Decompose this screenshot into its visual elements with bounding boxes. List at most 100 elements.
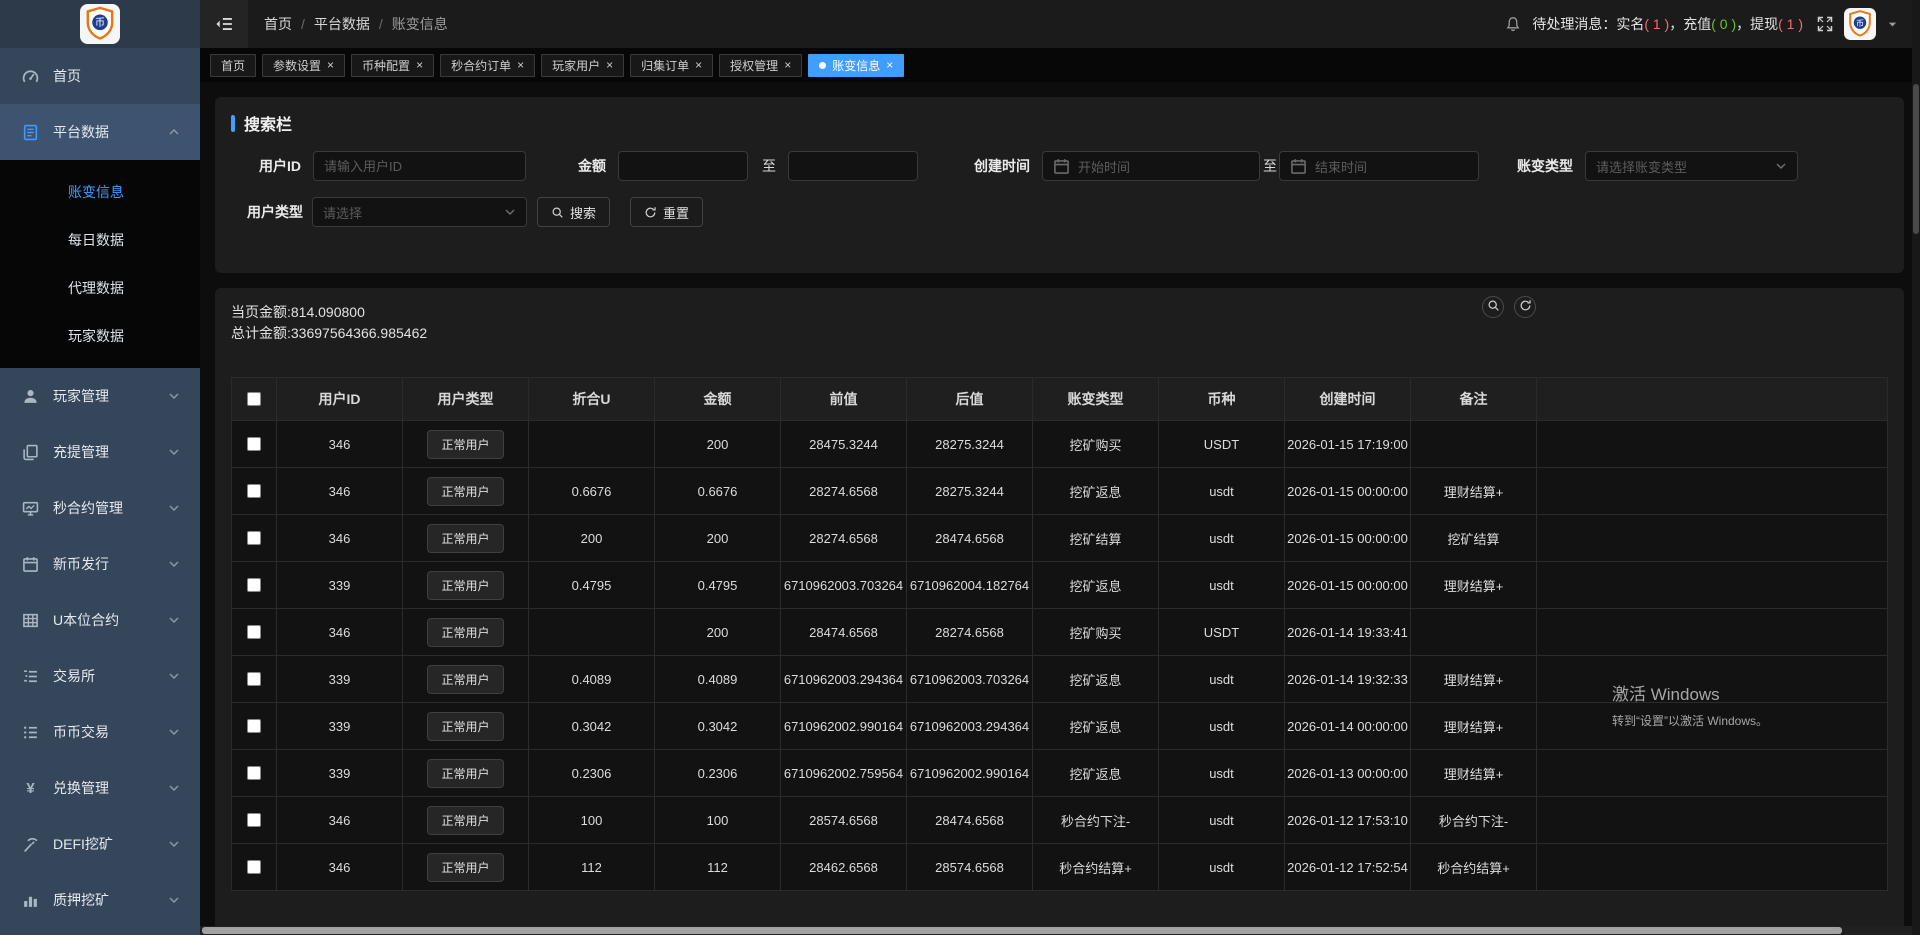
tab-close-icon[interactable]: × bbox=[327, 59, 334, 71]
sidebar-subitem-agent-data[interactable]: 代理数据 bbox=[0, 264, 200, 312]
row-checkbox[interactable] bbox=[247, 484, 261, 498]
sidebar-subitem-daily-data[interactable]: 每日数据 bbox=[0, 216, 200, 264]
fullscreen-icon[interactable] bbox=[1817, 16, 1833, 32]
sidebar-subitem-player-data[interactable]: 玩家数据 bbox=[0, 312, 200, 360]
table-refresh-button[interactable] bbox=[1514, 296, 1536, 318]
tab-秒合约订单[interactable]: 秒合约订单× bbox=[440, 54, 535, 77]
row-checkbox[interactable] bbox=[247, 531, 261, 545]
avatar[interactable]: 币 bbox=[1844, 8, 1876, 40]
sidebar-item-platform-data[interactable]: 平台数据 bbox=[0, 104, 200, 160]
table-cell: 6710962002.759564 bbox=[781, 750, 907, 796]
header-cell: 用户类型 bbox=[403, 378, 529, 420]
sidebar-item-deposit-withdraw-manage[interactable]: 充提管理 bbox=[0, 424, 200, 480]
tab-账变信息[interactable]: 账变信息× bbox=[808, 54, 904, 77]
sidebar-item-u-margin-contract[interactable]: U本位合约 bbox=[0, 592, 200, 648]
table-cell: usdt bbox=[1159, 844, 1285, 890]
table-cell: 2026-01-14 19:33:41 bbox=[1285, 609, 1411, 655]
tab-首页[interactable]: 首页 bbox=[210, 54, 256, 77]
sidebar-item-new-coin-issue[interactable]: 新币发行 bbox=[0, 536, 200, 592]
amount-max-input[interactable] bbox=[788, 151, 918, 181]
row-checkbox[interactable] bbox=[247, 860, 261, 874]
table-row: 339正常用户0.30420.30426710962002.9901646710… bbox=[232, 703, 1887, 750]
tab-label: 归集订单 bbox=[641, 57, 689, 74]
sidebar-item-second-contract-manage[interactable]: 秒合约管理 bbox=[0, 480, 200, 536]
table-cell: 理财结算+ bbox=[1411, 656, 1537, 702]
row-checkbox[interactable] bbox=[247, 437, 261, 451]
sidebar-item-stake-mining[interactable]: 质押挖矿 bbox=[0, 872, 200, 928]
tab-close-icon[interactable]: × bbox=[886, 59, 893, 71]
start-time-placeholder: 开始时间 bbox=[1078, 157, 1249, 176]
tab-授权管理[interactable]: 授权管理× bbox=[719, 54, 802, 77]
tab-玩家用户[interactable]: 玩家用户× bbox=[541, 54, 624, 77]
refresh-icon bbox=[644, 206, 657, 219]
sidebar-collapse-icon[interactable] bbox=[200, 0, 248, 48]
table-cell: 0.3042 bbox=[655, 703, 781, 749]
row-checkbox[interactable] bbox=[247, 578, 261, 592]
row-filler bbox=[1537, 562, 1887, 608]
table-cell: 0.4795 bbox=[655, 562, 781, 608]
bar-chart-icon bbox=[22, 892, 39, 909]
vertical-scrollbar-thumb[interactable] bbox=[1913, 84, 1919, 234]
tab-close-icon[interactable]: × bbox=[416, 59, 423, 71]
user-type-badge: 正常用户 bbox=[427, 806, 503, 835]
user-id-input[interactable] bbox=[313, 151, 526, 181]
reset-button[interactable]: 重置 bbox=[630, 197, 703, 227]
bell-icon[interactable] bbox=[1505, 16, 1521, 32]
tab-close-icon[interactable]: × bbox=[606, 59, 613, 71]
horizontal-scrollbar-thumb[interactable] bbox=[202, 927, 1842, 934]
row-checkbox[interactable] bbox=[247, 766, 261, 780]
sidebar-item-label: 币币交易 bbox=[53, 722, 109, 742]
table-cell: 2026-01-12 17:53:10 bbox=[1285, 797, 1411, 843]
amount-min-input[interactable] bbox=[618, 151, 748, 181]
row-filler bbox=[1537, 515, 1887, 561]
search-button-label: 搜索 bbox=[570, 203, 596, 222]
search-button[interactable]: 搜索 bbox=[537, 197, 610, 227]
tab-close-icon[interactable]: × bbox=[784, 59, 791, 71]
sidebar-item-defi-mining[interactable]: DEFI挖矿 bbox=[0, 816, 200, 872]
sidebar-item-coin-trade[interactable]: 币币交易 bbox=[0, 704, 200, 760]
end-time-picker[interactable]: 结束时间 bbox=[1279, 151, 1479, 181]
user-type-select[interactable]: 请选择 bbox=[312, 197, 527, 227]
tab-close-icon[interactable]: × bbox=[695, 59, 702, 71]
chevron-down-icon bbox=[504, 206, 516, 218]
tab-参数设置[interactable]: 参数设置× bbox=[262, 54, 345, 77]
start-time-picker[interactable]: 开始时间 bbox=[1042, 151, 1260, 181]
sidebar-item-swap-manage[interactable]: ¥兑换管理 bbox=[0, 760, 200, 816]
breadcrumb-item[interactable]: 平台数据 bbox=[314, 14, 370, 34]
user-id-label: 用户ID bbox=[241, 156, 301, 176]
table-cell: 正常用户 bbox=[403, 797, 529, 843]
row-checkbox-cell bbox=[232, 703, 277, 749]
table-cell: 0.4089 bbox=[655, 656, 781, 702]
sidebar-subitem-account-change[interactable]: 账变信息 bbox=[0, 168, 200, 216]
tab-归集订单[interactable]: 归集订单 × bbox=[630, 54, 713, 77]
list-icon bbox=[22, 724, 39, 741]
sidebar-item-label: 充提管理 bbox=[53, 442, 109, 462]
breadcrumb: 首页/平台数据/账变信息 bbox=[264, 14, 448, 34]
table-cell: 6710962003.294364 bbox=[907, 703, 1033, 749]
sidebar-item-exchange[interactable]: 交易所 bbox=[0, 648, 200, 704]
breadcrumb-item[interactable]: 首页 bbox=[264, 14, 292, 34]
pending-messages-part: ，提现 bbox=[1736, 14, 1778, 34]
table-search-toggle-button[interactable] bbox=[1482, 296, 1504, 318]
sidebar-item-home[interactable]: 首页 bbox=[0, 48, 200, 104]
row-checkbox[interactable] bbox=[247, 625, 261, 639]
tab-close-icon[interactable]: × bbox=[517, 59, 524, 71]
account-change-table: 用户ID用户类型折合U金额前值后值账变类型币种创建时间备注346正常用户2002… bbox=[231, 377, 1888, 891]
table-cell: 339 bbox=[277, 750, 403, 796]
table-cell: 28462.6568 bbox=[781, 844, 907, 890]
row-checkbox[interactable] bbox=[247, 672, 261, 686]
change-type-select[interactable]: 请选择账变类型 bbox=[1585, 151, 1798, 181]
vertical-scrollbar bbox=[1912, 0, 1920, 935]
select-all-checkbox[interactable] bbox=[247, 392, 261, 406]
calendar-icon bbox=[1290, 158, 1307, 175]
header-cell: 金额 bbox=[655, 378, 781, 420]
table-row: 339正常用户0.40890.40896710962003.2943646710… bbox=[232, 656, 1887, 703]
tab-币种配置[interactable]: 币种配置× bbox=[351, 54, 434, 77]
row-checkbox[interactable] bbox=[247, 719, 261, 733]
user-caret-down-icon[interactable] bbox=[1887, 19, 1898, 30]
sidebar-item-player-manage[interactable]: 玩家管理 bbox=[0, 368, 200, 424]
table-cell: usdt bbox=[1159, 468, 1285, 514]
row-checkbox[interactable] bbox=[247, 813, 261, 827]
header-checkbox-cell bbox=[232, 378, 277, 420]
table-cell: 秒合约下注- bbox=[1411, 797, 1537, 843]
